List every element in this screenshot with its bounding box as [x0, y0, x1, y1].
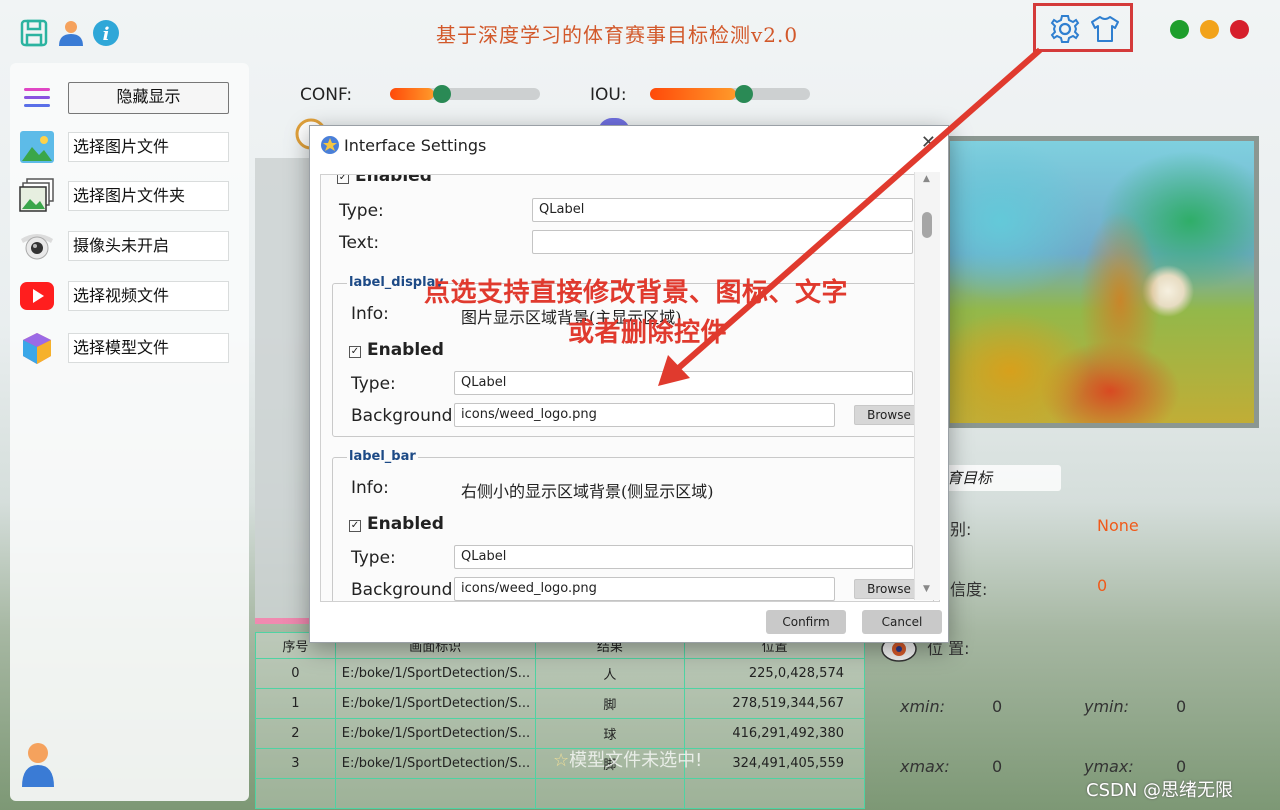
watermark: CSDN @思绪无限 — [1086, 780, 1234, 801]
annotation-arrow — [658, 47, 1042, 386]
annotation-line1: 点选支持直接修改背景、图标、文字 — [424, 278, 849, 308]
annotation-line2: 或者删除控件 — [568, 318, 728, 348]
